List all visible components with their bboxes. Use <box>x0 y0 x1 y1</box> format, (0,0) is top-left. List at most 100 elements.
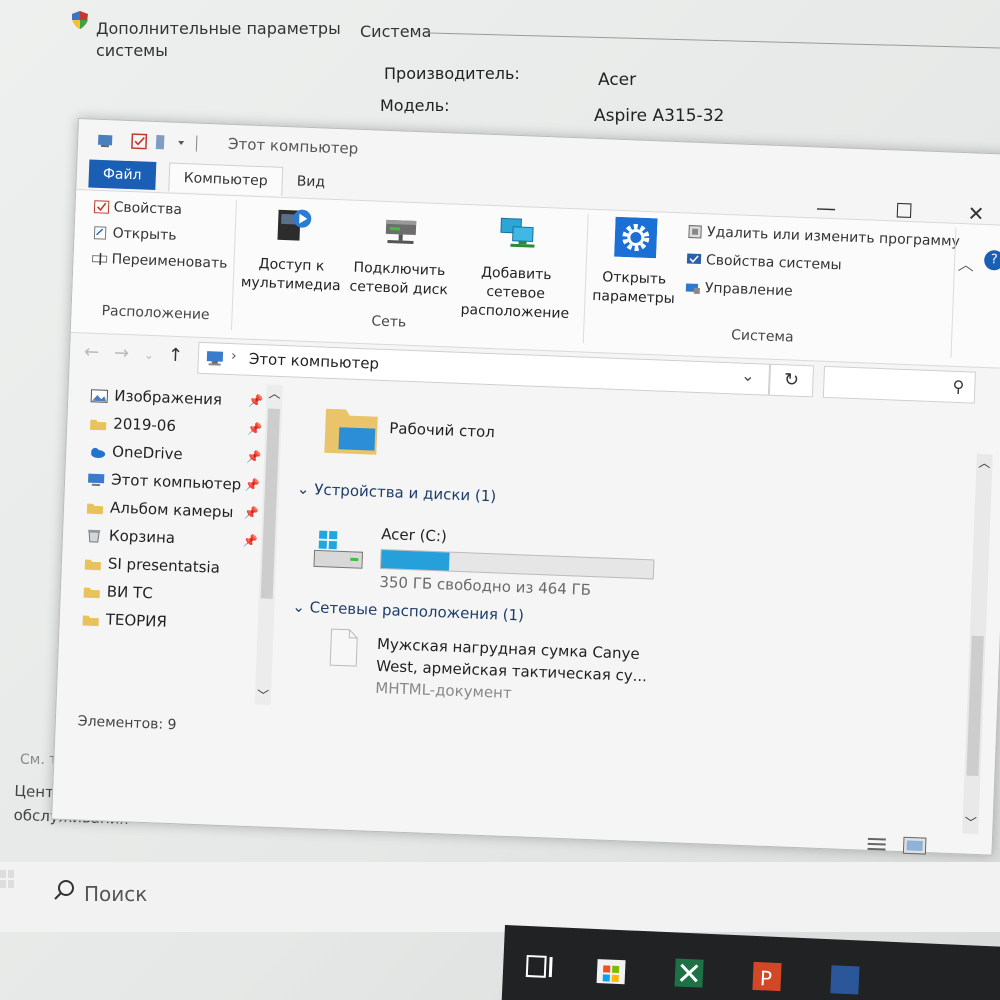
nav-item-label: OneDrive <box>111 442 184 464</box>
open-command[interactable]: Открыть <box>92 225 177 244</box>
up-arrow-icon[interactable]: ↑ <box>168 345 184 367</box>
manufacturer-value: Acer <box>598 70 637 90</box>
refresh-button[interactable]: ↻ <box>768 363 815 398</box>
pin-icon[interactable]: 📌 <box>247 422 262 437</box>
system-section-title: Система <box>360 22 432 41</box>
properties-command[interactable]: Свойства <box>93 199 182 218</box>
devices-group-header[interactable]: ⌄ Устройства и диски (1) <box>297 480 497 506</box>
taskbar-search-placeholder: Поиск <box>84 882 148 906</box>
drive-name[interactable]: Acer (C:) <box>381 525 447 546</box>
pin-icon[interactable]: 📌 <box>245 478 260 493</box>
word-icon[interactable] <box>826 961 864 999</box>
shield-icon <box>72 11 88 29</box>
window-title: Этот компьютер <box>227 134 359 158</box>
model-label: Модель: <box>380 96 450 115</box>
details-view-icon <box>867 837 886 851</box>
network-locations-group-header[interactable]: ⌄ Сетевые расположения (1) <box>292 598 524 625</box>
pin-icon[interactable]: 📌 <box>243 534 258 549</box>
network-drive-icon <box>385 219 417 244</box>
ribbon-separator <box>582 213 589 344</box>
advanced-settings-link[interactable]: Дополнительные параметры системы <box>96 18 341 62</box>
properties-label: Свойства <box>113 199 183 219</box>
excel-icon[interactable] <box>670 954 708 992</box>
scroll-up-icon[interactable]: ︿ <box>978 454 991 471</box>
add-location-label-line1: Добавить сетевое <box>480 264 552 303</box>
taskbar-search[interactable]: Поиск <box>0 862 1000 932</box>
rename-command[interactable]: Переименовать <box>91 251 228 272</box>
pin-icon[interactable]: 📌 <box>244 506 259 521</box>
open-settings-line2: параметры <box>592 287 676 308</box>
system-properties-command[interactable]: Свойства системы <box>686 251 842 273</box>
view-mode-switch[interactable] <box>863 834 934 859</box>
file-explorer-window: Этот компьютер — ☐ ✕ Файл Компьютер Вид … <box>51 118 1000 856</box>
nav-item-onedrive[interactable]: OneDrive <box>88 442 184 464</box>
nav-item-label: ТЕОРИЯ <box>105 610 168 631</box>
rename-label: Переименовать <box>111 251 228 272</box>
nav-item-vi-ts[interactable]: ВИ ТС <box>83 582 153 602</box>
system-properties-label: Свойства системы <box>705 252 842 274</box>
windows-start-icon[interactable] <box>0 864 14 894</box>
microsoft-store-icon[interactable] <box>592 951 630 989</box>
svg-text:P: P <box>759 966 772 991</box>
nav-item-camera-roll[interactable]: Альбом камеры <box>86 498 234 521</box>
uninstall-program-command[interactable]: Удалить или изменить программу <box>687 223 961 250</box>
pin-icon[interactable]: 📌 <box>248 394 263 409</box>
powerpoint-icon[interactable]: P <box>748 958 786 996</box>
uninstall-label: Удалить или изменить программу <box>706 224 961 250</box>
nav-item-this-pc[interactable]: Этот компьютер <box>87 470 242 494</box>
recent-locations-icon[interactable]: ⌄ <box>144 348 155 362</box>
desktop-item-label[interactable]: Рабочий стол <box>389 419 495 441</box>
drive-icon <box>313 530 364 569</box>
taskbar: P <box>501 925 1000 1000</box>
add-network-location-command[interactable]: Добавить сетевое расположение <box>450 210 584 324</box>
folder-icon <box>90 419 107 430</box>
manage-command[interactable]: Управление <box>685 279 793 300</box>
gear-icon <box>614 216 658 259</box>
map-network-drive-command[interactable]: Подключить сетевой диск <box>348 207 451 301</box>
nav-item-teoriya[interactable]: ТЕОРИЯ <box>81 610 167 631</box>
map-drive-label-line2: сетевой диск <box>349 278 449 299</box>
scroll-down-icon[interactable]: ﹀ <box>257 686 270 703</box>
section-divider <box>425 32 1000 49</box>
media-access-command[interactable]: Доступ к мультимедиа <box>240 202 343 296</box>
nav-item-label: SI presentatsia <box>107 554 221 577</box>
media-icon <box>277 209 312 241</box>
pin-icon[interactable]: 📌 <box>246 450 261 465</box>
location-group-label: Расположение <box>101 303 210 324</box>
tab-file[interactable]: Файл <box>88 159 157 191</box>
navigation-pane: Изображения 📌 2019-06 📌 OneDrive 📌 Этот … <box>56 377 289 717</box>
tab-computer[interactable]: Компьютер <box>168 162 284 196</box>
document-icon <box>329 628 358 667</box>
manage-icon <box>685 283 700 294</box>
content-pane: Рабочий стол ⌄ Устройства и диски (1) Ac… <box>279 386 975 832</box>
collapse-ribbon-icon[interactable]: ︿ <box>958 251 975 276</box>
quick-access-toolbar[interactable] <box>96 130 217 155</box>
breadcrumb-chevron-icon[interactable]: › <box>231 348 237 364</box>
search-input[interactable]: ⚲ <box>822 365 976 404</box>
ribbon-separator <box>230 200 237 331</box>
network-header-text: Сетевые расположения (1) <box>309 598 525 625</box>
tab-view[interactable]: Вид <box>282 167 339 197</box>
nav-item-si-presentatsia[interactable]: SI presentatsia <box>84 554 221 577</box>
scroll-up-icon[interactable]: ︿ <box>268 385 281 402</box>
nav-item-2019-06[interactable]: 2019-06 <box>89 414 176 435</box>
back-arrow-icon[interactable]: ← <box>84 341 100 363</box>
forward-arrow-icon[interactable]: → <box>114 343 130 365</box>
screen: Дополнительные параметры системы Система… <box>0 0 1000 1000</box>
large-icons-view-icon <box>902 836 927 855</box>
open-settings-command[interactable]: Открыть параметры <box>588 216 681 309</box>
network-group-label: Сеть <box>371 313 407 331</box>
properties-icon <box>93 200 110 214</box>
pictures-icon <box>90 388 109 403</box>
nav-item-pictures[interactable]: Изображения <box>90 386 222 409</box>
task-view-icon[interactable] <box>520 948 558 986</box>
system-group-label: Система <box>730 327 794 346</box>
folder-icon <box>86 503 104 514</box>
scroll-down-icon[interactable]: ﹀ <box>964 814 977 831</box>
folder-icon <box>82 615 99 626</box>
computer-icon <box>206 351 224 366</box>
nav-item-recycle-bin[interactable]: Корзина <box>85 526 175 547</box>
network-item-type: MHTML-документ <box>374 678 512 703</box>
nav-item-label: Этот компьютер <box>110 470 242 494</box>
address-dropdown-icon[interactable]: ⌄ <box>741 366 755 386</box>
